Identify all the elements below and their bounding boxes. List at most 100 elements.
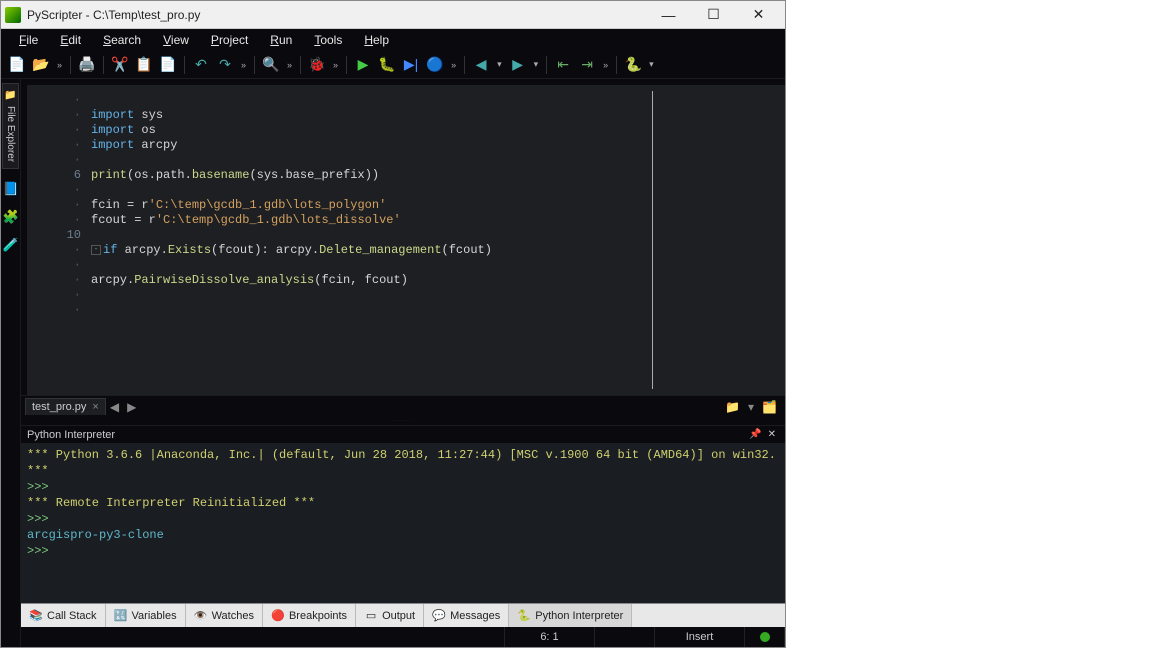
status-engine — [745, 627, 785, 647]
python-interpreter-icon: 🐍 — [517, 609, 531, 623]
panel-header: Python Interpreter 📌 ✕ — [21, 425, 785, 443]
tab-list-icon[interactable]: ▾ — [744, 400, 758, 414]
tab-messages[interactable]: 💬Messages — [424, 604, 509, 627]
tab-prev-icon[interactable]: ◀ — [106, 400, 123, 414]
editor-code[interactable]: import sysimport osimport arcpy print(os… — [87, 85, 492, 395]
breakpoints-icon: 🔴 — [271, 609, 285, 623]
debug-icon[interactable]: 🐛 — [377, 55, 397, 75]
window-title: PyScripter - C:\Temp\test_pro.py — [27, 8, 646, 22]
tab-python-interpreter[interactable]: 🐍Python Interpreter — [509, 604, 632, 627]
body-area: 📁File Explorer 📘 🧩 🧪 610 import sysimpor… — [1, 79, 785, 647]
toolbar-sep — [184, 56, 185, 74]
run-icon[interactable]: ▶ — [353, 55, 373, 75]
splitter[interactable]: ······ — [21, 417, 785, 425]
menu-bar: File Edit Search View Project Run Tools … — [1, 29, 785, 51]
syntax-check-icon[interactable]: 🐞 — [307, 55, 327, 75]
editor-gutter: 610 — [27, 85, 87, 395]
status-message — [21, 627, 505, 647]
file-tab[interactable]: test_pro.py × — [25, 398, 106, 415]
menu-run[interactable]: Run — [260, 31, 302, 49]
status-modified — [595, 627, 655, 647]
indent-left-icon[interactable]: ⇤ — [553, 55, 573, 75]
toolbar-expand-6[interactable]: » — [601, 60, 610, 70]
toolbar-sep — [546, 56, 547, 74]
output-icon: ▭ — [364, 609, 378, 623]
menu-tools[interactable]: Tools — [304, 31, 352, 49]
panel-pin-icon[interactable]: 📌 — [746, 429, 764, 440]
status-mode: Insert — [655, 627, 745, 647]
toolbar-expand-1[interactable]: » — [55, 60, 64, 70]
indent-right-icon[interactable]: ⇥ — [577, 55, 597, 75]
cut-icon[interactable]: ✂️ — [110, 55, 130, 75]
status-cursor: 6: 1 — [505, 627, 595, 647]
python-drop[interactable]: ▾ — [647, 59, 656, 70]
run-to-cursor-icon[interactable]: ▶| — [401, 55, 421, 75]
tab-breakpoints[interactable]: 🔴Breakpoints — [263, 604, 356, 627]
call-stack-icon: 📚 — [29, 609, 43, 623]
toolbar-sep — [346, 56, 347, 74]
code-editor[interactable]: 610 import sysimport osimport arcpy prin… — [21, 79, 785, 395]
unit-tests-icon[interactable]: 🧪 — [3, 237, 19, 253]
open-file-icon[interactable]: 📂 — [31, 55, 51, 75]
toolbar: 📄 📂 » 🖨️ ✂️ 📋 📄 ↶ ↷ » 🔍 » 🐞 » ▶ 🐛 ▶| 🔵 »… — [1, 51, 785, 79]
side-panel: 📁File Explorer 📘 🧩 🧪 — [1, 79, 21, 647]
toolbar-sep — [300, 56, 301, 74]
copy-icon[interactable]: 📋 — [134, 55, 154, 75]
redo-icon[interactable]: ↷ — [215, 55, 235, 75]
tab-call-stack[interactable]: 📚Call Stack — [21, 604, 106, 627]
panel-title-label: Python Interpreter — [27, 429, 115, 441]
editor-wrap: 610 import sysimport osimport arcpy prin… — [21, 79, 785, 417]
watches-icon: 👁️ — [194, 609, 208, 623]
toolbar-sep — [616, 56, 617, 74]
status-bar: 6: 1 Insert — [21, 627, 785, 647]
file-tab-close-icon[interactable]: × — [92, 401, 98, 413]
new-file-icon[interactable]: 📄 — [7, 55, 27, 75]
toolbar-expand-5[interactable]: » — [449, 60, 458, 70]
find-icon[interactable]: 🔍 — [261, 55, 281, 75]
tab-variables[interactable]: 🔣Variables — [106, 604, 186, 627]
app-window: PyScripter - C:\Temp\test_pro.py — ☐ ✕ F… — [0, 0, 786, 648]
nav-fwd-drop[interactable]: ▾ — [532, 59, 541, 70]
python-console[interactable]: *** Python 3.6.6 |Anaconda, Inc.| (defau… — [21, 443, 785, 603]
project-icon[interactable]: 📘 — [3, 181, 19, 197]
minimize-button[interactable]: — — [646, 1, 691, 29]
toolbar-expand-3[interactable]: » — [285, 60, 294, 70]
toolbar-sep — [464, 56, 465, 74]
nav-fwd-icon[interactable]: ▶ — [508, 55, 528, 75]
python-icon[interactable]: 🐍 — [623, 55, 643, 75]
engine-status-icon — [760, 632, 770, 642]
bottom-tabs: 📚Call Stack 🔣Variables 👁️Watches 🔴Breakp… — [21, 603, 785, 627]
tab-watches[interactable]: 👁️Watches — [186, 604, 263, 627]
panel-close-icon[interactable]: ✕ — [765, 429, 779, 440]
tab-output[interactable]: ▭Output — [356, 604, 424, 627]
nav-back-drop[interactable]: ▾ — [495, 59, 504, 70]
toolbar-sep — [70, 56, 71, 74]
menu-search[interactable]: Search — [93, 31, 151, 49]
nav-back-icon[interactable]: ◀ — [471, 55, 491, 75]
menu-project[interactable]: Project — [201, 31, 258, 49]
tab-browse-icon[interactable]: 🗂️ — [758, 400, 781, 414]
title-bar[interactable]: PyScripter - C:\Temp\test_pro.py — ☐ ✕ — [1, 1, 785, 29]
toolbar-expand-2[interactable]: » — [239, 60, 248, 70]
app-icon — [5, 7, 21, 23]
toolbar-expand-4[interactable]: » — [331, 60, 340, 70]
abort-icon[interactable]: 🔵 — [425, 55, 445, 75]
menu-file[interactable]: File — [9, 31, 48, 49]
file-tab-label: test_pro.py — [32, 401, 86, 413]
code-explorer-icon[interactable]: 🧩 — [3, 209, 19, 225]
tab-open-folder-icon[interactable]: 📁 — [721, 400, 744, 414]
close-button[interactable]: ✕ — [736, 1, 781, 29]
file-explorer-tab[interactable]: 📁File Explorer — [2, 83, 19, 169]
messages-icon: 💬 — [432, 609, 446, 623]
undo-icon[interactable]: ↶ — [191, 55, 211, 75]
toolbar-sep — [254, 56, 255, 74]
paste-icon[interactable]: 📄 — [158, 55, 178, 75]
print-icon[interactable]: 🖨️ — [77, 55, 97, 75]
menu-help[interactable]: Help — [354, 31, 399, 49]
tab-next-icon[interactable]: ▶ — [123, 400, 140, 414]
maximize-button[interactable]: ☐ — [691, 1, 736, 29]
menu-view[interactable]: View — [153, 31, 199, 49]
main-column: 610 import sysimport osimport arcpy prin… — [21, 79, 785, 647]
menu-edit[interactable]: Edit — [50, 31, 91, 49]
editor-ruler — [652, 91, 653, 389]
